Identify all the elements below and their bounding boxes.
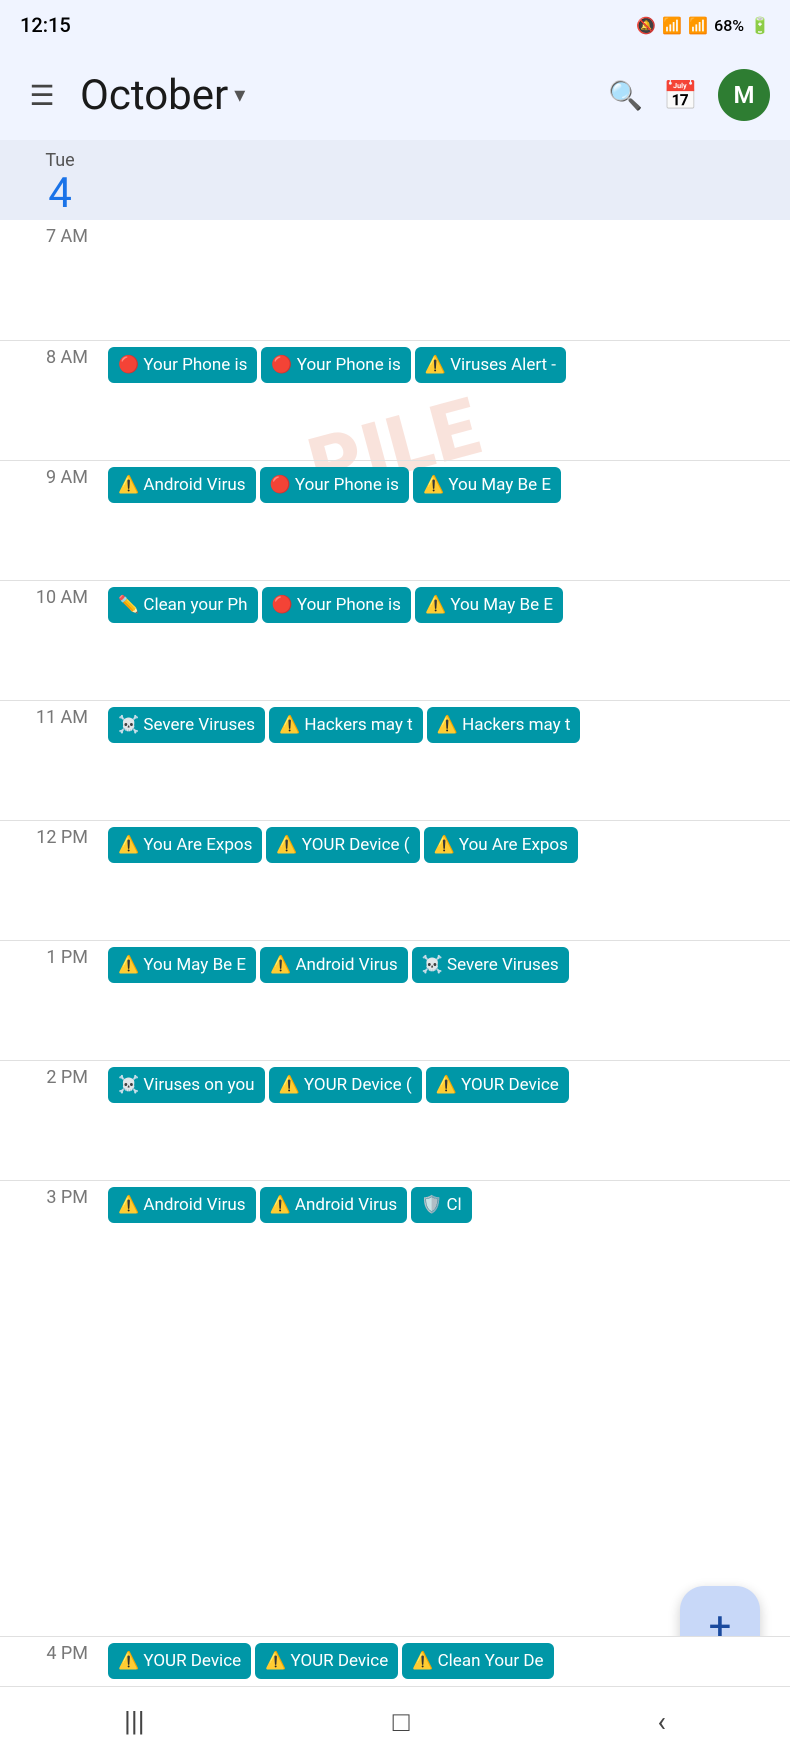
time-label-4: 11 AM: [0, 701, 100, 728]
event-chip-3-0[interactable]: ✏️ Clean your Ph: [108, 587, 258, 623]
dropdown-icon: ▾: [234, 83, 245, 108]
event-chip-8-1[interactable]: ⚠️ Android Virus: [260, 1187, 408, 1223]
event-chip-5-2[interactable]: ⚠️ You Are Expos: [424, 827, 578, 863]
time-label-3: 10 AM: [0, 581, 100, 608]
event-chip-2-1[interactable]: 🔴 Your Phone is: [260, 467, 409, 503]
day-name: Tue: [45, 150, 74, 171]
event-area-2: ⚠️ Android Virus🔴 Your Phone is⚠️ You Ma…: [100, 461, 790, 509]
status-icons: 🔕 📶 📶 68% 🔋: [636, 16, 770, 35]
header-actions: 🔍 📅 M: [608, 69, 770, 121]
event-chip-7-0[interactable]: ☠️ Viruses on you: [108, 1067, 265, 1103]
partial-event-chip-1[interactable]: ⚠️ YOUR Device: [255, 1643, 398, 1679]
event-area-1: 🔴 Your Phone is🔴 Your Phone is⚠️ Viruses…: [100, 341, 790, 389]
status-time: 12:15: [20, 13, 71, 37]
event-area-5: ⚠️ You Are Expos⚠️ YOUR Device (⚠️ You A…: [100, 821, 790, 869]
day-label: Tue 4: [20, 150, 100, 210]
time-label-1: 8 AM: [0, 341, 100, 368]
event-chip-6-0[interactable]: ⚠️ You May Be E: [108, 947, 256, 983]
time-label-5: 12 PM: [0, 821, 100, 848]
event-chip-7-1[interactable]: ⚠️ YOUR Device (: [269, 1067, 422, 1103]
event-area-3: ✏️ Clean your Ph🔴 Your Phone is⚠️ You Ma…: [100, 581, 790, 629]
event-chip-7-2[interactable]: ⚠️ YOUR Device: [426, 1067, 569, 1103]
event-chip-5-1[interactable]: ⚠️ YOUR Device (: [266, 827, 419, 863]
partial-event-chip-2[interactable]: ⚠️ Clean Your De: [402, 1643, 553, 1679]
event-chip-8-0[interactable]: ⚠️ Android Virus: [108, 1187, 256, 1223]
header: ☰ October ▾ 🔍 📅 M: [0, 50, 790, 140]
event-chip-6-2[interactable]: ☠️ Severe Viruses: [412, 947, 569, 983]
event-chip-4-2[interactable]: ⚠️ Hackers may t: [427, 707, 581, 743]
time-label-6: 1 PM: [0, 941, 100, 968]
signal-icon: 📶: [688, 16, 708, 35]
time-row-3: 10 AM✏️ Clean your Ph🔴 Your Phone is⚠️ Y…: [0, 580, 790, 700]
battery-icon: 🔋: [750, 16, 770, 35]
nav-menu-button[interactable]: |||: [94, 1695, 175, 1748]
event-chip-1-1[interactable]: 🔴 Your Phone is: [261, 347, 410, 383]
time-row-7: 2 PM☠️ Viruses on you⚠️ YOUR Device (⚠️ …: [0, 1060, 790, 1180]
time-label-2: 9 AM: [0, 461, 100, 488]
event-chip-2-2[interactable]: ⚠️ You May Be E: [413, 467, 561, 503]
bottom-navigation: ||| □ ‹: [0, 1686, 790, 1756]
battery-indicator: 68%: [714, 16, 744, 35]
time-row-1: 8 AM🔴 Your Phone is🔴 Your Phone is⚠️ Vir…: [0, 340, 790, 460]
time-row-2: 9 AM⚠️ Android Virus🔴 Your Phone is⚠️ Yo…: [0, 460, 790, 580]
event-area-0: [100, 220, 790, 232]
event-chip-5-0[interactable]: ⚠️ You Are Expos: [108, 827, 262, 863]
status-bar: 12:15 🔕 📶 📶 68% 🔋: [0, 0, 790, 50]
partial-event-area: ⚠️ YOUR Device⚠️ YOUR Device⚠️ Clean You…: [100, 1637, 790, 1685]
time-row-8: 3 PM⚠️ Android Virus⚠️ Android Virus🛡️ C…: [0, 1180, 790, 1300]
month-label: October: [80, 71, 228, 120]
event-chip-3-2[interactable]: ⚠️ You May Be E: [415, 587, 563, 623]
event-area-7: ☠️ Viruses on you⚠️ YOUR Device (⚠️ YOUR…: [100, 1061, 790, 1109]
event-area-4: ☠️ Severe Viruses⚠️ Hackers may t⚠️ Hack…: [100, 701, 790, 749]
time-row-4: 11 AM☠️ Severe Viruses⚠️ Hackers may t⚠️…: [0, 700, 790, 820]
menu-button[interactable]: ☰: [20, 79, 64, 112]
event-chip-4-1[interactable]: ⚠️ Hackers may t: [269, 707, 423, 743]
mute-icon: 🔕: [636, 16, 656, 35]
time-row-6: 1 PM⚠️ You May Be E⚠️ Android Virus☠️ Se…: [0, 940, 790, 1060]
event-chip-6-1[interactable]: ⚠️ Android Virus: [260, 947, 408, 983]
event-chip-1-0[interactable]: 🔴 Your Phone is: [108, 347, 257, 383]
event-chip-1-2[interactable]: ⚠️ Viruses Alert -: [415, 347, 566, 383]
time-row-0: 7 AM: [0, 220, 790, 340]
nav-back-button[interactable]: ‹: [628, 1695, 696, 1748]
day-header: Tue 4: [0, 140, 790, 220]
time-label-7: 2 PM: [0, 1061, 100, 1088]
time-label-8: 3 PM: [0, 1181, 100, 1208]
event-chip-3-1[interactable]: 🔴 Your Phone is: [262, 587, 411, 623]
event-chip-2-0[interactable]: ⚠️ Android Virus: [108, 467, 256, 503]
partial-time-row: 4 PM ⚠️ YOUR Device⚠️ YOUR Device⚠️ Clea…: [0, 1636, 790, 1686]
calendar-body: 7 AM8 AM🔴 Your Phone is🔴 Your Phone is⚠️…: [0, 220, 790, 1686]
nav-home-button[interactable]: □: [363, 1695, 440, 1748]
event-area-8: ⚠️ Android Virus⚠️ Android Virus🛡️ Cl: [100, 1181, 790, 1229]
search-icon[interactable]: 🔍: [608, 79, 643, 112]
partial-time-label: 4 PM: [0, 1637, 100, 1664]
day-number: 4: [48, 171, 72, 217]
avatar[interactable]: M: [718, 69, 770, 121]
event-chip-8-2[interactable]: 🛡️ Cl: [411, 1187, 472, 1223]
time-row-5: 12 PM⚠️ You Are Expos⚠️ YOUR Device (⚠️ …: [0, 820, 790, 940]
event-chip-4-0[interactable]: ☠️ Severe Viruses: [108, 707, 265, 743]
month-title[interactable]: October ▾: [80, 71, 592, 120]
wifi-icon: 📶: [662, 16, 682, 35]
calendar-today-icon[interactable]: 📅: [663, 79, 698, 112]
partial-event-chip-0[interactable]: ⚠️ YOUR Device: [108, 1643, 251, 1679]
time-label-0: 7 AM: [0, 220, 100, 247]
event-area-6: ⚠️ You May Be E⚠️ Android Virus☠️ Severe…: [100, 941, 790, 989]
